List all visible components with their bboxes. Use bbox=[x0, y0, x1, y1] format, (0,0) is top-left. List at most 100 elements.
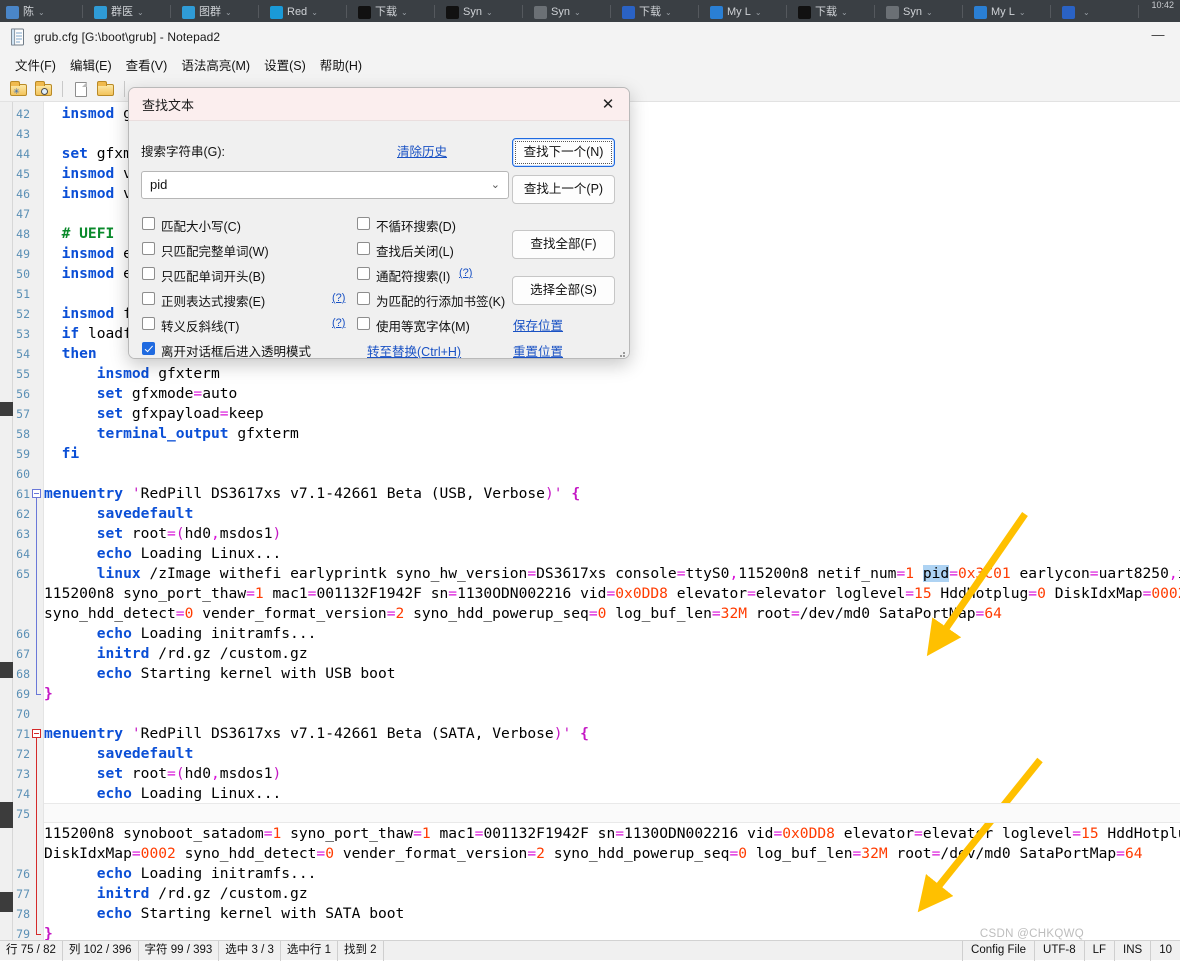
browser-tab-2[interactable]: 图群 ⌄ bbox=[178, 2, 236, 22]
chevron-down-icon[interactable]: ⌄ bbox=[1083, 8, 1090, 17]
search-input[interactable]: pid ⌄ bbox=[141, 171, 509, 199]
code-line-61[interactable]: menuentry 'RedPill DS3617xs v7.1-42661 B… bbox=[44, 484, 580, 504]
menu-view[interactable]: 查看(V) bbox=[119, 52, 175, 77]
chevron-down-icon[interactable]: ⌄ bbox=[311, 8, 318, 17]
code-line-72[interactable]: savedefault bbox=[44, 744, 194, 764]
find-prev-button[interactable]: 查找上一个(P) bbox=[512, 175, 615, 204]
code-line-74[interactable]: echo Loading Linux... bbox=[44, 784, 282, 804]
monospace-font-checkbox[interactable] bbox=[357, 317, 370, 330]
chevron-down-icon[interactable]: ⌄ bbox=[926, 8, 933, 17]
menu-file[interactable]: 文件(F) bbox=[8, 52, 63, 77]
new-file-button[interactable] bbox=[70, 78, 92, 100]
code-line-48[interactable]: # UEFI bbox=[44, 224, 115, 244]
code-line-56[interactable]: set gfxmode=auto bbox=[44, 384, 238, 404]
code-line-65[interactable]: linux /zImage withefi earlyprintk syno_h… bbox=[44, 564, 1180, 584]
document-map-mark-0[interactable] bbox=[0, 402, 13, 416]
browser-tab-4[interactable]: 下载 ⌄ bbox=[354, 2, 412, 22]
browser-tab-6[interactable]: Syn ⌄ bbox=[530, 2, 585, 22]
word-start-checkbox[interactable] bbox=[142, 267, 155, 280]
browser-tab-12[interactable]: ⌄ bbox=[1058, 2, 1094, 22]
whole-word-checkbox[interactable] bbox=[142, 242, 155, 255]
code-line-71[interactable]: menuentry 'RedPill DS3617xs v7.1-42661 B… bbox=[44, 724, 589, 744]
code-line-59[interactable]: fi bbox=[44, 444, 80, 464]
chevron-down-icon[interactable]: ⌄ bbox=[841, 8, 848, 17]
code-line-54[interactable]: then bbox=[44, 344, 97, 364]
document-map-mark-3[interactable] bbox=[0, 892, 13, 912]
code-line-79[interactable]: } bbox=[44, 924, 53, 940]
status-right-3[interactable]: INS bbox=[1114, 940, 1150, 961]
code-line-62[interactable]: savedefault bbox=[44, 504, 194, 524]
code-line-58[interactable]: terminal_output gfxterm bbox=[44, 424, 299, 444]
browser-tab-10[interactable]: Syn ⌄ bbox=[882, 2, 937, 22]
document-map-margin[interactable] bbox=[0, 102, 13, 940]
match-case-checkbox[interactable] bbox=[142, 217, 155, 230]
chevron-down-icon[interactable]: ⌄ bbox=[1019, 8, 1026, 17]
goto-replace-link[interactable]: 转至替换(Ctrl+H) bbox=[367, 341, 461, 358]
browser-tab-8[interactable]: My L ⌄ bbox=[706, 2, 766, 22]
wildcard-help-icon[interactable]: (?) bbox=[459, 267, 472, 279]
status-right-1[interactable]: UTF-8 bbox=[1034, 940, 1084, 961]
chevron-down-icon[interactable]: ⌄ bbox=[401, 8, 408, 17]
code-line-77[interactable]: initrd /rd.gz /custom.gz bbox=[44, 884, 308, 904]
chevron-down-icon[interactable]: ⌄ bbox=[665, 8, 672, 17]
chevron-down-icon[interactable]: ⌄ bbox=[491, 178, 500, 191]
close-after-find-checkbox[interactable] bbox=[357, 242, 370, 255]
code-line-52[interactable]: insmod fo bbox=[44, 304, 141, 324]
code-line-78[interactable]: echo Starting kernel with SATA boot bbox=[44, 904, 405, 924]
chevron-down-icon[interactable]: ⌄ bbox=[574, 8, 581, 17]
fold-toggle[interactable] bbox=[32, 489, 41, 498]
chevron-down-icon[interactable]: ⌄ bbox=[755, 8, 762, 17]
status-right-2[interactable]: LF bbox=[1083, 940, 1114, 961]
code-line-wrapped[interactable]: syno_hdd_detect=0 vender_format_version=… bbox=[44, 604, 1002, 624]
no-wrap-checkbox[interactable] bbox=[357, 217, 370, 230]
code-line-53[interactable]: if loadfo bbox=[44, 324, 141, 344]
code-line-68[interactable]: echo Starting kernel with USB boot bbox=[44, 664, 396, 684]
resize-grip[interactable] bbox=[616, 348, 626, 358]
code-line-76[interactable]: echo Loading initramfs... bbox=[44, 864, 317, 884]
code-line-wrapped[interactable]: 115200n8 synoboot_satadom=1 syno_port_th… bbox=[44, 824, 1180, 844]
code-line-55[interactable]: insmod gfxterm bbox=[44, 364, 220, 384]
code-line-50[interactable]: insmod ef bbox=[44, 264, 141, 284]
code-line-69[interactable]: } bbox=[44, 684, 53, 704]
browser-tab-3[interactable]: Red ⌄ bbox=[266, 2, 322, 22]
status-right-0[interactable]: Config File bbox=[962, 940, 1034, 961]
browser-tab-11[interactable]: My L ⌄ bbox=[970, 2, 1030, 22]
menu-edit[interactable]: 编辑(E) bbox=[63, 52, 119, 77]
code-line-wrapped[interactable]: 115200n8 syno_port_thaw=1 mac1=001132F19… bbox=[44, 584, 1180, 604]
minimize-button[interactable]: — bbox=[1144, 28, 1172, 46]
browser-tab-1[interactable]: 群医 ⌄ bbox=[90, 2, 148, 22]
browser-tab-strip[interactable]: 10:42 陈 ⌄ 群医 ⌄ 图群 ⌄ Red ⌄ 下载 ⌄ Syn ⌄ Syn ⌄ 下载 ⌄ My L ⌄ 下载 ⌄… bbox=[0, 0, 1180, 22]
open-favorites-button[interactable] bbox=[33, 78, 55, 100]
regex-checkbox[interactable] bbox=[142, 292, 155, 305]
menu-bar[interactable]: 文件(F) 编辑(E) 查看(V) 语法高亮(M) 设置(S) 帮助(H) bbox=[0, 52, 1180, 76]
menu-syntax[interactable]: 语法高亮(M) bbox=[174, 52, 257, 77]
browser-tab-5[interactable]: Syn ⌄ bbox=[442, 2, 497, 22]
chevron-down-icon[interactable]: ⌄ bbox=[137, 8, 144, 17]
escape-help-icon[interactable]: (?) bbox=[332, 317, 345, 329]
code-line-63[interactable]: set root=(hd0,msdos1) bbox=[44, 524, 282, 544]
title-bar[interactable]: grub.cfg [G:\boot\grub] - Notepad2 — bbox=[0, 22, 1180, 52]
save-position-link[interactable]: 保存位置 bbox=[513, 315, 563, 334]
menu-settings[interactable]: 设置(S) bbox=[257, 52, 313, 77]
document-map-mark-1[interactable] bbox=[0, 662, 13, 678]
fold-toggle[interactable] bbox=[32, 729, 41, 738]
code-line-45[interactable]: insmod vb bbox=[44, 164, 141, 184]
escape-backslash-checkbox[interactable] bbox=[142, 317, 155, 330]
code-line-67[interactable]: initrd /rd.gz /custom.gz bbox=[44, 644, 308, 664]
clear-history-link[interactable]: 清除历史 bbox=[397, 141, 447, 160]
code-line-49[interactable]: insmod ef bbox=[44, 244, 141, 264]
document-map-mark-2[interactable] bbox=[0, 802, 13, 828]
regex-help-icon[interactable]: (?) bbox=[332, 292, 345, 304]
code-line-46[interactable]: insmod vg bbox=[44, 184, 141, 204]
browser-tab-7[interactable]: 下载 ⌄ bbox=[618, 2, 676, 22]
find-text-dialog[interactable]: 查找文本 ✕ 搜索字符串(G): 清除历史 pid ⌄ 匹配大小写(C) 只匹配… bbox=[128, 87, 630, 359]
code-line-64[interactable]: echo Loading Linux... bbox=[44, 544, 282, 564]
wildcard-checkbox[interactable] bbox=[357, 267, 370, 280]
select-all-button[interactable]: 选择全部(S) bbox=[512, 276, 615, 305]
find-next-button[interactable]: 查找下一个(N) bbox=[512, 138, 615, 167]
open-file-button[interactable] bbox=[95, 78, 117, 100]
code-line-44[interactable]: set gfxmo bbox=[44, 144, 141, 164]
close-icon[interactable]: ✕ bbox=[591, 92, 625, 118]
code-line-73[interactable]: set root=(hd0,msdos1) bbox=[44, 764, 282, 784]
transparent-mode-checkbox[interactable] bbox=[142, 342, 155, 355]
